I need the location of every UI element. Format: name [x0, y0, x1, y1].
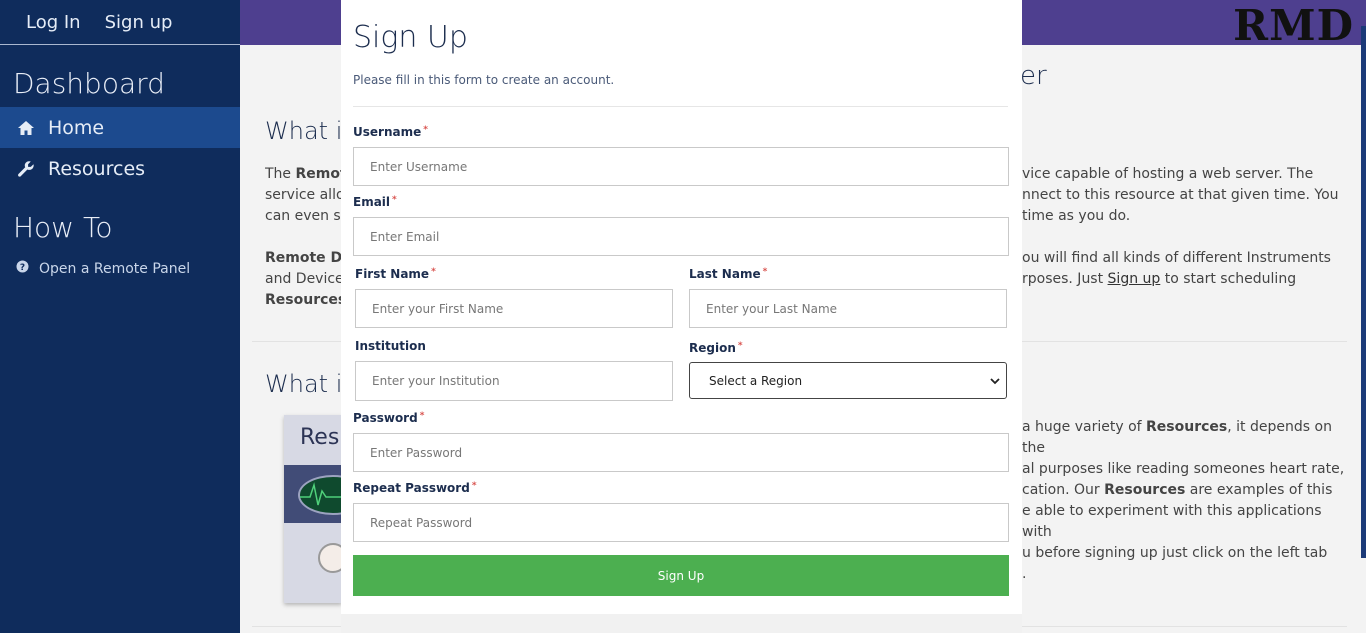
text: cation. Our	[1022, 482, 1105, 498]
first-name-label: First Name *	[355, 267, 436, 281]
text: a huge variety of	[1022, 419, 1147, 435]
sidebar-item-label: Resources	[48, 157, 146, 180]
section-heading-1: What is	[265, 117, 341, 145]
username-field[interactable]	[353, 147, 1009, 186]
label-text: Email	[353, 195, 391, 209]
text: are examples of this	[1185, 482, 1333, 498]
institution-label: Institution	[355, 339, 426, 353]
text: e able to experiment with this applicati…	[1022, 503, 1322, 540]
label-text: Username	[353, 125, 422, 139]
heart-monitor-image	[284, 465, 342, 523]
modal-title: Sign Up	[353, 20, 468, 55]
text-bold: Resources	[1146, 419, 1228, 435]
label-text: Password	[353, 411, 418, 425]
modal-divider	[353, 106, 1008, 107]
text-bold: Remote De	[265, 250, 341, 266]
text: al purposes like reading someones heart …	[1022, 461, 1345, 477]
text: can even sh	[265, 208, 341, 224]
email-label: Email *	[353, 195, 397, 209]
text: nnect to this resource at that given tim…	[1022, 187, 1339, 203]
label-text: First Name	[355, 267, 430, 281]
repeat-password-label: Repeat Password *	[353, 481, 477, 495]
wrench-icon	[16, 160, 36, 178]
chevron-down-icon	[990, 374, 1000, 388]
text: vice capable of hosting a web server. Th…	[1022, 166, 1314, 182]
howto-item-label: Open a Remote Panel	[39, 260, 191, 277]
remote-devices-paragraph-left: Remote De and Device Resources.	[265, 248, 341, 311]
username-label: Username *	[353, 125, 428, 139]
region-selected-value: Select a Region	[709, 373, 803, 388]
howto-paragraph-right: u before signing up just click on the le…	[1022, 543, 1352, 585]
text: rposes. Just	[1022, 271, 1108, 287]
scrollbar[interactable]	[1361, 26, 1366, 558]
label-text: Region	[689, 341, 736, 355]
label-text: Repeat Password	[353, 481, 470, 495]
repeat-password-field[interactable]	[353, 503, 1009, 542]
password-field[interactable]	[353, 433, 1009, 472]
signup-inline-link[interactable]: Sign up	[1108, 271, 1161, 287]
svg-text:?: ?	[20, 263, 25, 273]
signup-modal: Sign Up Please fill in this form to crea…	[341, 0, 1022, 633]
sidebar: Log In Sign up Dashboard Home Resources …	[0, 0, 240, 633]
modal-footer	[341, 614, 1022, 633]
logo: RMD	[1233, 1, 1354, 50]
text: .	[1022, 566, 1027, 582]
region-select[interactable]: Select a Region	[689, 362, 1007, 399]
required-mark: *	[431, 267, 436, 277]
password-label: Password *	[353, 411, 424, 425]
username-input[interactable]	[370, 159, 1008, 174]
institution-field[interactable]	[355, 361, 673, 401]
text: to start scheduling	[1160, 271, 1297, 287]
question-circle-icon: ?	[16, 260, 29, 277]
card-title: Res	[300, 425, 340, 450]
required-mark: *	[471, 481, 477, 491]
dashboard-heading: Dashboard	[13, 67, 165, 100]
intro-paragraph-right: vice capable of hosting a web server. Th…	[1022, 164, 1352, 227]
howto-heading: How To	[13, 211, 113, 244]
email-input[interactable]	[370, 229, 1008, 244]
resource-card[interactable]: Res	[284, 415, 342, 603]
modal-subtitle: Please fill in this form to create an ac…	[353, 73, 615, 87]
text: ou will find all kinds of different Inst…	[1022, 250, 1331, 266]
first-name-input[interactable]	[372, 301, 672, 316]
required-mark: *	[423, 125, 428, 135]
first-name-field[interactable]	[355, 289, 673, 328]
repeat-password-input[interactable]	[370, 515, 1008, 530]
text-bold: Resources	[1104, 482, 1186, 498]
text: service allo	[265, 187, 341, 203]
last-name-field[interactable]	[689, 289, 1007, 328]
sidebar-item-home[interactable]: Home	[0, 107, 240, 148]
password-input[interactable]	[370, 445, 1008, 460]
auth-links: Log In Sign up	[0, 0, 240, 45]
section-heading-2: What is	[265, 370, 341, 398]
required-mark: *	[762, 267, 768, 277]
sidebar-item-label: Home	[48, 116, 105, 139]
label-text: Last Name	[689, 267, 761, 281]
gauge-image	[318, 543, 342, 573]
sidebar-item-resources[interactable]: Resources	[0, 148, 240, 189]
last-name-input[interactable]	[706, 301, 1006, 316]
required-mark: *	[392, 195, 397, 205]
institution-input[interactable]	[372, 374, 672, 388]
required-mark: *	[737, 341, 743, 351]
resources-paragraph-right: a huge variety of Resources, it depends …	[1022, 417, 1352, 543]
intro-paragraph-left: The Remote service allo can even sh	[265, 164, 341, 227]
region-label: Region *	[689, 341, 743, 355]
text: time as you do.	[1022, 208, 1131, 224]
text-bold: Remote	[295, 166, 342, 182]
remote-devices-paragraph-right: ou will find all kinds of different Inst…	[1022, 248, 1352, 290]
text: u before signing up just click on the le…	[1022, 545, 1328, 561]
signup-link[interactable]: Sign up	[105, 12, 173, 33]
email-field[interactable]	[353, 217, 1009, 256]
required-mark: *	[419, 411, 425, 421]
text: The	[265, 166, 296, 182]
howto-item-open-remote-panel[interactable]: ? Open a Remote Panel	[0, 244, 240, 277]
login-link[interactable]: Log In	[26, 12, 81, 33]
signup-submit-button[interactable]: Sign Up	[353, 555, 1009, 596]
text-bold: Resources	[265, 292, 341, 308]
last-name-label: Last Name *	[689, 267, 767, 281]
text: and Device	[265, 271, 341, 287]
page-title-fragment: er	[1020, 61, 1047, 91]
home-icon	[16, 120, 36, 136]
